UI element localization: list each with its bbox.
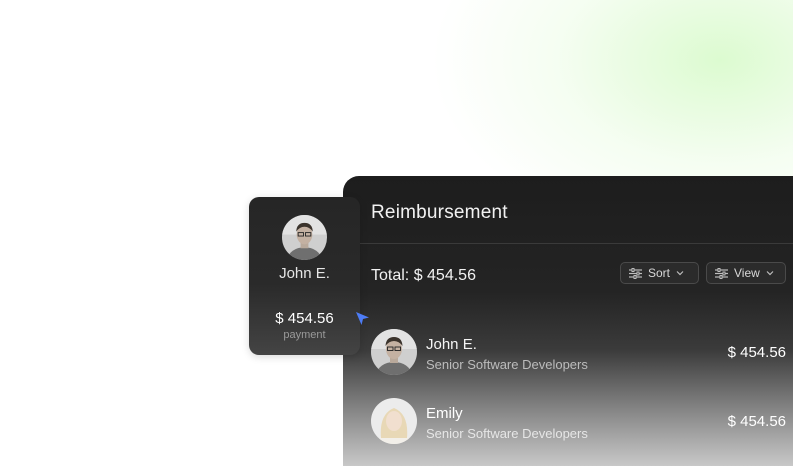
avatar (371, 329, 417, 375)
avatar (282, 215, 327, 260)
list-item-amount: $ 454.56 (727, 413, 786, 430)
list-item-role: Senior Software Developers (426, 357, 588, 372)
list-item-name: John E. (426, 336, 477, 353)
total-amount: Total: $ 454.56 (371, 267, 476, 284)
sliders-icon (715, 267, 728, 279)
list-item-role: Senior Software Developers (426, 426, 588, 441)
list-item[interactable]: John E. Senior Software Developers $ 454… (371, 329, 786, 377)
panel-title: Reimbursement (371, 202, 508, 223)
drag-card-note: payment (283, 329, 326, 341)
reimbursement-panel: Reimbursement Total: $ 454.56 Sort View … (343, 176, 793, 466)
drag-card-amount: $ 454.56 (275, 310, 334, 327)
pointer-cursor-icon (355, 311, 370, 331)
drag-card[interactable]: John E. $ 454.56 payment (249, 197, 360, 355)
list-item-amount: $ 454.56 (727, 344, 786, 361)
divider (359, 243, 793, 244)
list-item[interactable]: Emily Senior Software Developers $ 454.5… (371, 398, 786, 446)
chevron-down-icon (676, 270, 684, 276)
drag-card-name: John E. (279, 265, 330, 282)
sort-label: Sort (648, 266, 671, 280)
view-label: View (734, 266, 760, 280)
view-button[interactable]: View (706, 262, 786, 284)
sort-button[interactable]: Sort (620, 262, 699, 284)
avatar (371, 398, 417, 444)
chevron-down-icon (766, 270, 774, 276)
sliders-icon (629, 267, 642, 279)
list-item-name: Emily (426, 405, 463, 422)
